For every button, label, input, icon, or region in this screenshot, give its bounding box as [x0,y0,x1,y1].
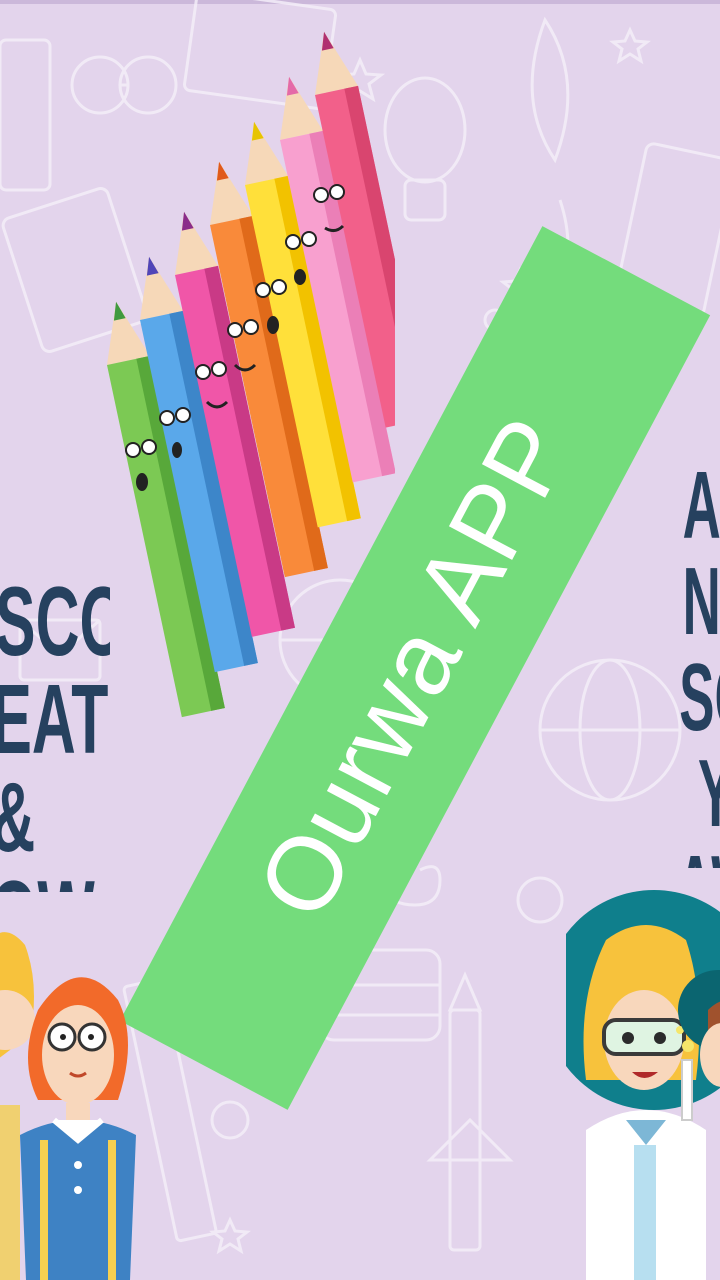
left-tagline-line-1: SCOVER [0,572,110,676]
right-tagline-line-1: A N [682,458,720,655]
left-tagline-line-2: EATE & [0,664,110,866]
right-tagline-line-2: SCH [679,644,720,751]
kid-illustration [0,932,136,1280]
splash-screen: Ourwa APP SCOVER EATE & OW A N SCH Y AWA [0,0,720,1280]
right-tagline-line-4: AWA [676,842,720,869]
left-tagline-line-3: OW [0,866,110,892]
right-tagline: A N SCH Y AWA [676,458,720,868]
left-tagline: SCOVER EATE & OW [0,572,110,892]
scientist-illustration [566,890,720,1280]
right-tagline-line-3: Y [698,746,720,842]
